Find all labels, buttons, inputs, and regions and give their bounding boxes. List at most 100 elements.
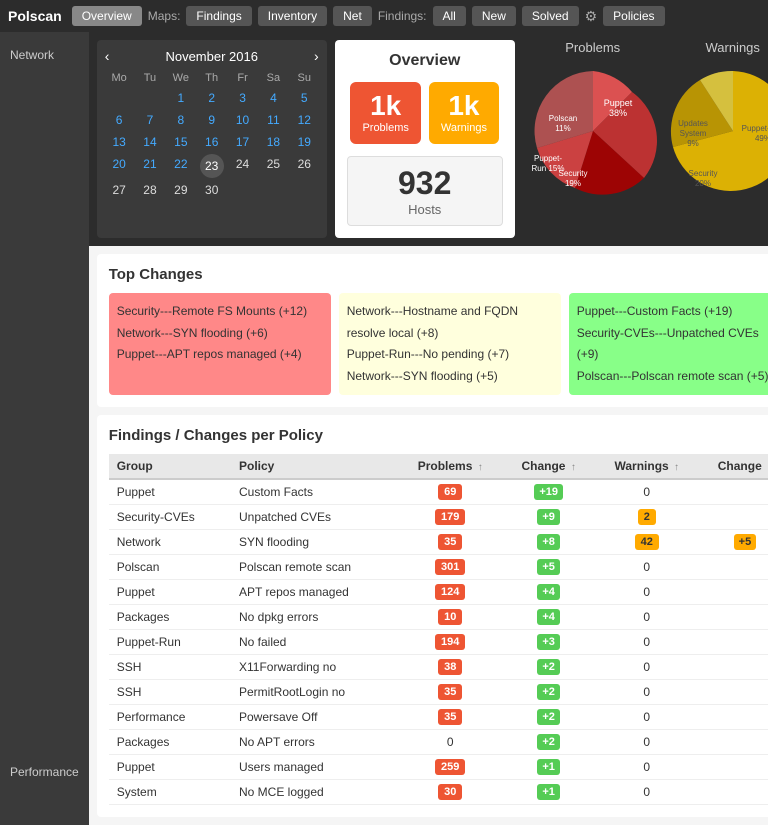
cell-change1: +19 [503,479,594,505]
cal-day-23[interactable]: 23 [200,154,224,178]
cal-day-24[interactable]: 24 [228,154,257,178]
sidebar-item-network[interactable]: Network [0,42,89,68]
nav-new[interactable]: New [472,6,516,26]
problems-badge: 69 [438,484,462,500]
col-group[interactable]: Group [109,454,231,479]
cell-problems: 259 [398,755,503,780]
cal-day-5[interactable]: 5 [290,88,319,108]
cell-change1: +4 [503,605,594,630]
cell-problems: 0 [398,730,503,755]
cal-day-6[interactable]: 6 [105,110,134,130]
sidebar-item-performance[interactable]: Performance [0,759,89,785]
col-change1[interactable]: Change ↑ [503,454,594,479]
change-item: Puppet---APT repos managed (+4) [117,344,323,366]
warnings-value: 0 [643,710,650,724]
cal-day-25[interactable]: 25 [259,154,288,178]
overview-box: Overview 1k Problems 1k Warnings 932 Hos… [335,40,515,238]
nav-findings[interactable]: Findings [186,6,251,26]
nav-solved[interactable]: Solved [522,6,579,26]
calendar-next[interactable]: › [314,48,319,64]
cal-day-28[interactable]: 28 [136,180,165,200]
cal-day-10[interactable]: 10 [228,110,257,130]
table-row: SSH X11Forwarding no 38 +2 0 [109,655,768,680]
table-row: Performance Powersave Off 35 +2 0 [109,705,768,730]
change-badge: +3 [537,634,560,650]
change-badge: +2 [537,659,560,675]
top-changes-section: Top Changes Security---Remote FS Mounts … [97,254,768,407]
problems-badge: 179 [435,509,465,525]
hosts-box: 932 Hosts [347,156,503,226]
top-section: ‹ November 2016 › Mo Tu We Th Fr Sa Su 1 [89,32,768,246]
warnings-value: 0 [643,685,650,699]
warnings-card: 1k Warnings [429,82,499,144]
nav-all[interactable]: All [433,6,466,26]
nav-overview[interactable]: Overview [72,6,142,26]
cal-day-18[interactable]: 18 [259,132,288,152]
cell-policy: PermitRootLogin no [231,680,398,705]
cell-change2 [699,705,768,730]
cell-change2 [699,505,768,530]
problems-badge: 35 [438,534,462,550]
col-change2[interactable]: Change ↑ [699,454,768,479]
changes-col-yellow: Network---Hostname and FQDN resolve loca… [339,293,561,395]
overview-metrics: 1k Problems 1k Warnings [350,82,499,144]
cal-day-11[interactable]: 11 [259,110,288,130]
cell-group: Puppet [109,580,231,605]
cal-day-3[interactable]: 3 [228,88,257,108]
main-layout: Network Performance ‹ November 2016 › Mo… [0,32,768,825]
cell-change1: +5 [503,555,594,580]
cal-day-30[interactable]: 30 [197,180,226,200]
svg-text:49%: 49% [755,134,768,143]
cell-group: Puppet-Run [109,630,231,655]
cal-day-27[interactable]: 27 [105,180,134,200]
problems-value: 1k [370,92,401,120]
cal-day-26[interactable]: 26 [290,154,319,178]
cal-day-9[interactable]: 9 [197,110,226,130]
cal-day-8[interactable]: 8 [166,110,195,130]
nav-net[interactable]: Net [333,6,372,26]
gear-icon[interactable]: ⚙ [585,8,598,25]
cell-change1: +2 [503,655,594,680]
cal-day-15[interactable]: 15 [166,132,195,152]
nav-inventory[interactable]: Inventory [258,6,327,26]
change-badge: +19 [534,484,563,500]
warnings-value: 0 [643,660,650,674]
cal-day-1[interactable]: 1 [166,88,195,108]
col-policy[interactable]: Policy [231,454,398,479]
cell-group: Performance [109,705,231,730]
cal-day-13[interactable]: 13 [105,132,134,152]
cell-warnings: 0 [594,605,699,630]
svg-text:9%: 9% [687,139,699,148]
cal-day-20[interactable]: 20 [105,154,134,178]
cell-problems: 69 [398,479,503,505]
cell-warnings: 0 [594,630,699,655]
cal-day-16[interactable]: 16 [197,132,226,152]
cell-problems: 179 [398,505,503,530]
cal-day-14[interactable]: 14 [136,132,165,152]
calendar-prev[interactable]: ‹ [105,48,110,64]
nav-policies[interactable]: Policies [603,6,664,26]
cal-day-22[interactable]: 22 [166,154,195,178]
cal-day-29[interactable]: 29 [166,180,195,200]
cell-warnings: 0 [594,780,699,805]
cal-day-19[interactable]: 19 [290,132,319,152]
col-warnings[interactable]: Warnings ↑ [594,454,699,479]
cal-day-21[interactable]: 21 [136,154,165,178]
cell-change2: +5 [699,530,768,555]
cell-group: SSH [109,680,231,705]
app-title: Polscan [8,8,62,24]
cal-day-4[interactable]: 4 [259,88,288,108]
top-changes-title: Top Changes [109,266,768,283]
cal-day-17[interactable]: 17 [228,132,257,152]
cell-group: System [109,780,231,805]
problems-pie: Puppet 38% Polscan 11% Security 19% Pupp… [523,61,663,201]
cell-problems: 35 [398,680,503,705]
change-badge: +2 [537,709,560,725]
col-problems[interactable]: Problems ↑ [398,454,503,479]
cal-day-empty [105,88,134,108]
change-badge: +5 [537,559,560,575]
cal-day-2[interactable]: 2 [197,88,226,108]
cell-group: Puppet [109,755,231,780]
cal-day-7[interactable]: 7 [136,110,165,130]
cal-day-12[interactable]: 12 [290,110,319,130]
